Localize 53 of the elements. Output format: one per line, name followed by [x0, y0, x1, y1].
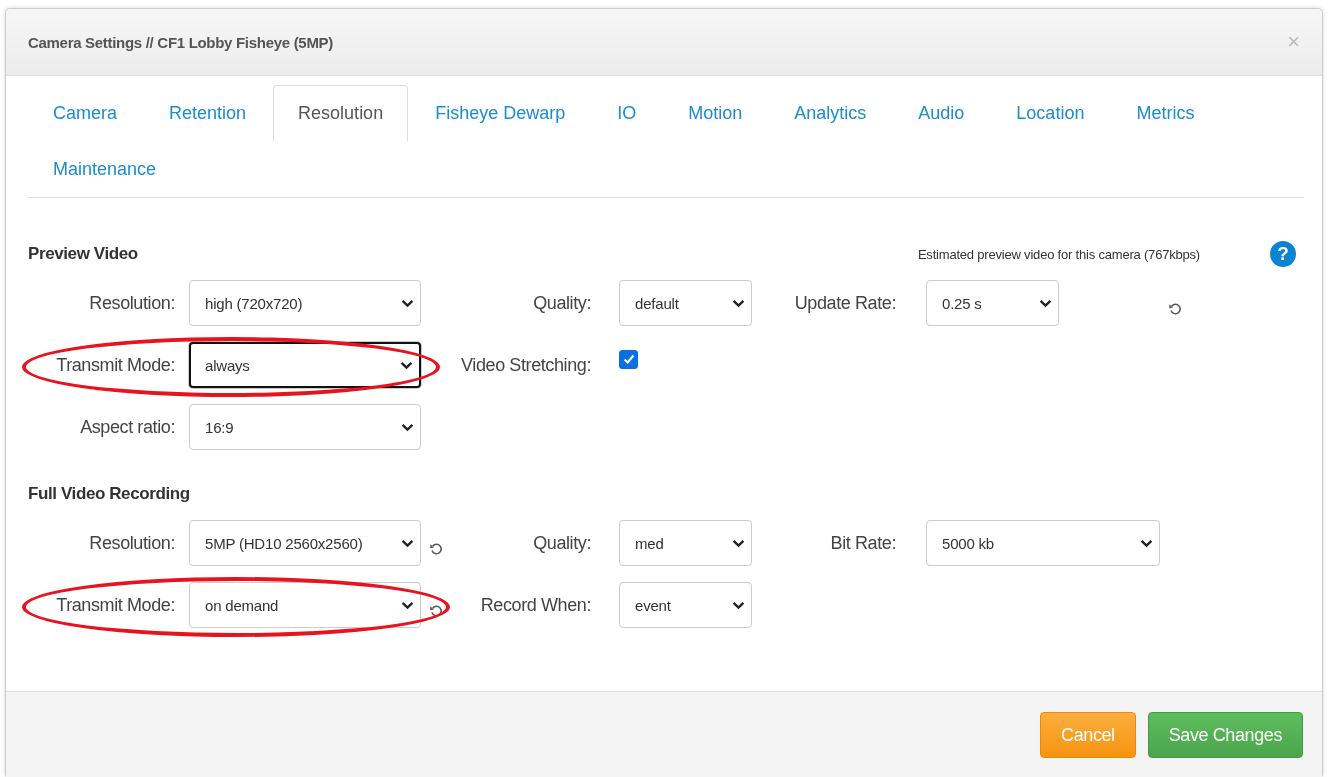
field-label: Transmit Mode: — [56, 354, 176, 376]
field-label: Update Rate: — [794, 292, 897, 314]
save-button[interactable]: Save Changes — [1147, 712, 1303, 758]
dropdown[interactable]: always — [189, 342, 421, 388]
dropdown[interactable]: 16:9 — [189, 404, 421, 450]
tab[interactable]: Audio — [893, 85, 990, 141]
reset-icon[interactable] — [429, 541, 444, 557]
field-label: Quality: — [533, 292, 592, 314]
tab[interactable]: IO — [592, 85, 662, 141]
chevron-down-icon — [732, 538, 745, 548]
chevron-down-icon — [401, 600, 414, 610]
dropdown[interactable]: on demand — [189, 582, 421, 628]
section-title: Preview Video — [28, 244, 138, 264]
dialog-title: Camera Settings // CF1 Lobby Fisheye (5MP) — [28, 33, 333, 51]
tab[interactable]: Maintenance — [28, 141, 182, 197]
field-label: Video Stretching: — [461, 354, 592, 376]
section-title: Full Video Recording — [28, 484, 190, 504]
chevron-down-icon — [401, 538, 414, 548]
tab[interactable]: Resolution — [273, 85, 409, 141]
dropdown[interactable]: med — [619, 520, 752, 566]
chevron-down-icon — [400, 360, 413, 370]
dropdown[interactable]: 0.25 s — [926, 280, 1059, 326]
chevron-down-icon — [1140, 538, 1153, 548]
tab[interactable]: Metrics — [1111, 85, 1220, 141]
dropdown[interactable]: event — [619, 582, 752, 628]
chevron-down-icon — [401, 298, 414, 308]
reset-icon[interactable] — [1168, 301, 1183, 317]
field-label: Quality: — [533, 532, 592, 554]
chevron-down-icon — [401, 422, 414, 432]
field-label: Resolution: — [89, 532, 176, 554]
tab[interactable]: Analytics — [769, 85, 892, 141]
tab[interactable]: Fisheye Dewarp — [410, 85, 591, 141]
dropdown[interactable]: high (720x720) — [189, 280, 421, 326]
dropdown[interactable]: default — [619, 280, 752, 326]
field-label: Record When: — [480, 594, 592, 616]
cancel-button[interactable]: Cancel — [1040, 712, 1136, 758]
tab[interactable]: Camera — [28, 85, 143, 141]
tab[interactable]: Location — [991, 85, 1110, 141]
chevron-down-icon — [1039, 298, 1052, 308]
field-label: Aspect ratio: — [80, 416, 176, 438]
help-icon[interactable]: ? — [1270, 241, 1296, 267]
field-label: Transmit Mode: — [56, 594, 176, 616]
tab[interactable]: Retention — [144, 85, 272, 141]
dropdown[interactable]: 5MP (HD10 2560x2560) — [189, 520, 421, 566]
estimate-note: Estimated preview video for this camera (767kbps) — [917, 246, 1200, 262]
field-label: Bit Rate: — [830, 532, 897, 554]
checkmark-icon — [621, 352, 636, 366]
chevron-down-icon — [732, 600, 745, 610]
tab[interactable]: Motion — [663, 85, 768, 141]
chevron-down-icon — [732, 298, 745, 308]
dropdown[interactable]: 5000 kb — [926, 520, 1160, 566]
field-label: Resolution: — [89, 292, 176, 314]
checkbox[interactable] — [619, 349, 638, 369]
